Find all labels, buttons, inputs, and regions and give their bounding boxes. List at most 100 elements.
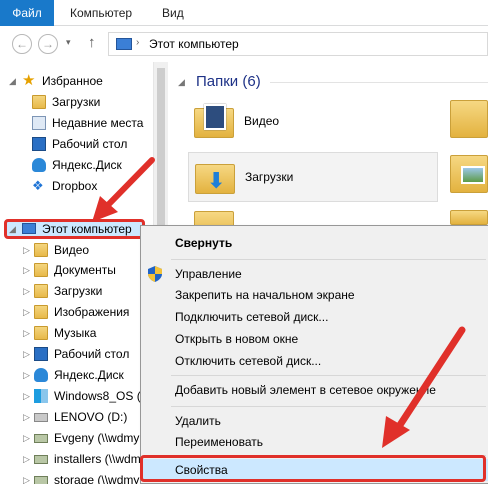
menu-item-open-new-window[interactable]: Открыть в новом окне bbox=[141, 328, 488, 350]
collapse-arrow-icon[interactable]: ◢ bbox=[9, 71, 16, 91]
nav-item-label: Изображения bbox=[54, 305, 130, 319]
expand-arrow-icon[interactable]: ▷ bbox=[23, 386, 30, 406]
nav-item-label: installers (\\wdm bbox=[54, 452, 141, 466]
nav-item-label: Загрузки bbox=[52, 95, 101, 109]
folder-tile-downloads[interactable]: ⬇ Загрузки bbox=[188, 152, 438, 202]
downloads-folder-icon: ⬇ bbox=[195, 158, 235, 196]
menu-item-label: Открыть в новом окне bbox=[175, 332, 299, 346]
menu-item-label: Подключить сетевой диск... bbox=[175, 310, 329, 324]
expand-arrow-icon[interactable]: ▷ bbox=[23, 260, 30, 280]
nav-item-label: Документы bbox=[54, 263, 116, 277]
ribbon: Файл Компьютер Вид bbox=[0, 0, 488, 26]
breadcrumb-separator[interactable]: › bbox=[136, 37, 139, 48]
expand-arrow-icon[interactable]: ▷ bbox=[23, 470, 30, 484]
computer-icon bbox=[22, 223, 36, 234]
folder-tile-label: Видео bbox=[244, 114, 280, 128]
menu-separator bbox=[171, 406, 486, 407]
up-arrow-icon[interactable]: ↑ bbox=[88, 34, 96, 51]
menu-item-label: Добавить новый элемент в сетевое окружен… bbox=[175, 383, 436, 397]
nav-item-label: LENOVO (D:) bbox=[54, 410, 128, 424]
menu-item-manage[interactable]: Управление bbox=[141, 263, 488, 285]
downloads-folder-icon bbox=[32, 95, 46, 109]
properties-annotation-box bbox=[140, 455, 486, 482]
menu-item-label: Удалить bbox=[175, 414, 221, 428]
cloud-icon bbox=[34, 368, 48, 382]
nav-item-label: Недавние места bbox=[52, 116, 144, 130]
menu-item-collapse[interactable]: Свернуть bbox=[141, 232, 488, 254]
expand-arrow-icon[interactable]: ▷ bbox=[23, 281, 30, 301]
documents-folder-icon bbox=[34, 263, 48, 277]
recent-places-icon bbox=[32, 116, 46, 130]
folder-icon[interactable] bbox=[450, 100, 488, 138]
expand-arrow-icon[interactable]: ▷ bbox=[23, 323, 30, 343]
tab-computer[interactable]: Компьютер bbox=[70, 0, 132, 26]
drive-icon bbox=[34, 413, 48, 422]
collapse-group-icon[interactable]: ◢ bbox=[178, 72, 185, 92]
pictures-folder-icon[interactable] bbox=[450, 155, 488, 193]
windows-drive-icon bbox=[34, 389, 48, 403]
menu-item-add-network-location[interactable]: Добавить новый элемент в сетевое окружен… bbox=[141, 379, 488, 401]
recent-locations-dropdown-icon[interactable]: ▾ bbox=[66, 37, 71, 48]
back-button[interactable]: ← bbox=[12, 34, 32, 54]
expand-arrow-icon[interactable]: ▷ bbox=[23, 428, 30, 448]
folder-tile-video[interactable]: Видео bbox=[188, 97, 438, 147]
expand-arrow-icon[interactable]: ▷ bbox=[23, 344, 30, 364]
menu-separator bbox=[171, 259, 486, 260]
menu-separator bbox=[171, 375, 486, 376]
video-folder-icon bbox=[34, 243, 48, 257]
pictures-folder-icon bbox=[34, 305, 48, 319]
nav-item-label: Dropbox bbox=[52, 179, 98, 193]
tab-file[interactable]: Файл bbox=[0, 0, 54, 26]
tab-view[interactable]: Вид bbox=[162, 0, 184, 26]
group-divider bbox=[270, 82, 488, 83]
video-folder-icon bbox=[194, 102, 234, 140]
nav-item-label: Рабочий стол bbox=[54, 347, 130, 361]
nav-item-label: Evgeny (\\wdmy bbox=[54, 431, 140, 445]
nav-item-label: Видео bbox=[54, 243, 90, 257]
nav-item-label: Загрузки bbox=[54, 284, 103, 298]
expand-arrow-icon[interactable]: ▷ bbox=[23, 407, 30, 427]
address-path[interactable]: Этот компьютер bbox=[149, 37, 239, 51]
nav-item-label: Яндекс.Диск bbox=[52, 158, 122, 172]
folder-tile-partial[interactable] bbox=[188, 207, 438, 225]
expand-arrow-icon[interactable]: ▷ bbox=[23, 240, 30, 260]
address-row: ← → ▾ ↑ › Этот компьютер bbox=[0, 27, 488, 61]
computer-icon bbox=[116, 38, 132, 50]
menu-item-label: Управление bbox=[175, 267, 242, 281]
menu-item-label: Отключить сетевой диск... bbox=[175, 354, 322, 368]
desktop-icon bbox=[34, 347, 48, 361]
network-drive-icon bbox=[34, 455, 48, 464]
collapse-arrow-icon[interactable]: ◢ bbox=[9, 219, 16, 239]
star-icon: ★ bbox=[22, 72, 36, 89]
music-folder-icon bbox=[34, 326, 48, 340]
folder-icon[interactable] bbox=[450, 210, 488, 225]
downloads-folder-icon bbox=[34, 284, 48, 298]
dropbox-icon: ❖ bbox=[32, 178, 44, 193]
expand-arrow-icon[interactable]: ▷ bbox=[23, 365, 30, 385]
menu-item-disconnect-drive[interactable]: Отключить сетевой диск... bbox=[141, 350, 488, 372]
menu-item-label: Переименовать bbox=[175, 435, 263, 449]
cloud-icon bbox=[32, 158, 46, 172]
menu-item-label: Закрепить на начальном экране bbox=[175, 288, 355, 302]
menu-item-pin-start[interactable]: Закрепить на начальном экране bbox=[141, 284, 488, 306]
desktop-icon bbox=[32, 137, 46, 151]
folder-icon bbox=[194, 211, 234, 225]
group-title[interactable]: Папки (6) bbox=[196, 73, 261, 90]
folder-tile-label: Загрузки bbox=[245, 170, 294, 184]
nav-item-label: Яндекс.Диск bbox=[54, 368, 124, 382]
menu-item-rename[interactable]: Переименовать bbox=[141, 431, 488, 453]
nav-item-label: Музыка bbox=[54, 326, 97, 340]
nav-scrollbar-thumb[interactable] bbox=[157, 68, 165, 226]
menu-item-delete[interactable]: Удалить bbox=[141, 410, 488, 432]
nav-item-label: Windows8_OS (C bbox=[54, 389, 150, 403]
context-menu: Свернуть Управление Закрепить на начальн… bbox=[140, 225, 488, 484]
expand-arrow-icon[interactable]: ▷ bbox=[23, 302, 30, 322]
network-drive-icon bbox=[34, 434, 48, 443]
nav-favorites-label: Избранное bbox=[42, 74, 103, 88]
menu-item-map-drive[interactable]: Подключить сетевой диск... bbox=[141, 306, 488, 328]
address-bar[interactable]: › Этот компьютер bbox=[108, 32, 488, 56]
expand-arrow-icon[interactable]: ▷ bbox=[23, 449, 30, 469]
forward-button[interactable]: → bbox=[38, 34, 58, 54]
menu-item-label: Свернуть bbox=[175, 236, 233, 250]
network-drive-icon bbox=[34, 476, 48, 484]
